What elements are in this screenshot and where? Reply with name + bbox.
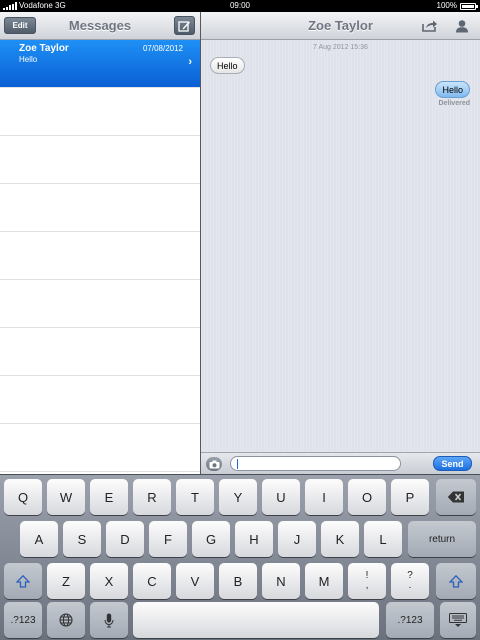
empty-list-row	[0, 328, 200, 376]
dictation-key[interactable]	[90, 602, 128, 638]
onscreen-keyboard: Q W E R T Y U I O P A S D F G H J K L re…	[0, 474, 480, 640]
microphone-icon	[104, 613, 114, 627]
key-x[interactable]: X	[90, 563, 128, 599]
empty-list-row	[0, 280, 200, 328]
globe-key[interactable]	[47, 602, 85, 638]
globe-icon	[59, 613, 73, 627]
key-e[interactable]: E	[90, 479, 128, 515]
outgoing-message-bubble[interactable]: Hello	[435, 81, 470, 98]
key-d[interactable]: D	[106, 521, 144, 557]
camera-button[interactable]	[206, 457, 222, 471]
key-f[interactable]: F	[149, 521, 187, 557]
share-button[interactable]	[420, 16, 440, 35]
key-w[interactable]: W	[47, 479, 85, 515]
key-question-period[interactable]: ? .	[391, 563, 429, 599]
empty-list-row	[0, 136, 200, 184]
key-h[interactable]: H	[235, 521, 273, 557]
key-bottom-char: .	[408, 580, 412, 591]
status-right: 100%	[436, 0, 478, 12]
message-timestamp: 7 Aug 2012 15:36	[313, 44, 368, 51]
empty-list-row	[0, 376, 200, 424]
status-time: 09:00	[229, 1, 251, 10]
hide-keyboard-icon	[449, 612, 467, 627]
status-bar: Vodafone 3G 09:00 100%	[0, 0, 480, 12]
contact-button[interactable]	[452, 16, 472, 35]
ipad-screen: Vodafone 3G 09:00 100% Edit Messages Zoe…	[0, 0, 480, 640]
battery-icon	[460, 2, 478, 10]
battery-percent: 100%	[436, 1, 457, 10]
messages-nav-bar: Edit Messages	[0, 12, 200, 40]
conversation-nav-bar: Zoe Taylor	[201, 12, 480, 40]
delivery-status: Delivered	[438, 100, 470, 107]
return-key[interactable]: return	[408, 521, 476, 557]
key-i[interactable]: I	[305, 479, 343, 515]
key-y[interactable]: Y	[219, 479, 257, 515]
contact-icon	[456, 19, 468, 32]
numbers-key-left[interactable]: .?123	[4, 602, 42, 638]
messages-title: Messages	[68, 18, 132, 33]
conversation-preview: Hello	[19, 55, 38, 64]
empty-list-row	[0, 232, 200, 280]
key-a[interactable]: A	[20, 521, 58, 557]
key-k[interactable]: K	[321, 521, 359, 557]
shift-icon	[16, 574, 30, 588]
key-bottom-char: ,	[365, 580, 369, 591]
key-t[interactable]: T	[176, 479, 214, 515]
key-m[interactable]: M	[305, 563, 343, 599]
empty-list-row	[0, 88, 200, 136]
key-n[interactable]: N	[262, 563, 300, 599]
key-u[interactable]: U	[262, 479, 300, 515]
conversation-pane: Zoe Taylor 7 Aug 2012 15:36 Hello Hello …	[201, 12, 480, 474]
key-v[interactable]: V	[176, 563, 214, 599]
numbers-key-right[interactable]: .?123	[386, 602, 434, 638]
key-z[interactable]: Z	[47, 563, 85, 599]
conversation-date: 07/08/2012	[142, 44, 183, 53]
key-l[interactable]: L	[364, 521, 402, 557]
shift-icon	[449, 574, 463, 588]
conversation-row[interactable]: Zoe Taylor 07/08/2012 Hello ›	[0, 40, 200, 88]
key-g[interactable]: G	[192, 521, 230, 557]
shift-key-left[interactable]	[4, 563, 42, 599]
space-bar[interactable]	[133, 602, 379, 638]
key-r[interactable]: R	[133, 479, 171, 515]
backspace-key[interactable]	[436, 479, 476, 515]
shift-key-right[interactable]	[436, 563, 476, 599]
message-input[interactable]	[230, 456, 401, 471]
compose-icon	[178, 20, 190, 32]
chevron-right-icon: ›	[188, 56, 192, 68]
key-j[interactable]: J	[278, 521, 316, 557]
key-o[interactable]: O	[348, 479, 386, 515]
message-composer: Send	[201, 452, 480, 474]
share-icon	[422, 20, 437, 32]
backspace-icon	[447, 491, 464, 503]
conversation-list-pane: Edit Messages Zoe Taylor 07/08/2012 Hell…	[0, 12, 200, 474]
send-button[interactable]: Send	[433, 456, 472, 471]
conversation-contact-name: Zoe Taylor	[19, 43, 69, 54]
compose-button[interactable]	[174, 16, 195, 35]
camera-icon	[209, 460, 219, 468]
empty-list-row	[0, 424, 200, 472]
key-b[interactable]: B	[219, 563, 257, 599]
hide-keyboard-key[interactable]	[440, 602, 476, 638]
key-c[interactable]: C	[133, 563, 171, 599]
incoming-message-bubble[interactable]: Hello	[210, 57, 245, 74]
key-q[interactable]: Q	[4, 479, 42, 515]
empty-list-row	[0, 184, 200, 232]
text-cursor	[237, 459, 238, 469]
key-p[interactable]: P	[391, 479, 429, 515]
key-s[interactable]: S	[63, 521, 101, 557]
key-exclaim-comma[interactable]: ! ,	[348, 563, 386, 599]
